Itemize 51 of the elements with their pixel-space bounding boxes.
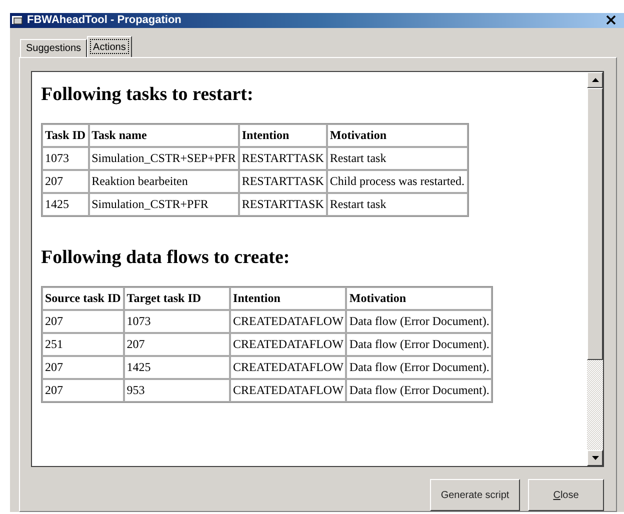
table-cell: Data flow (Error Document). — [346, 310, 492, 333]
column-header: Intention — [230, 287, 346, 310]
section-heading: Following tasks to restart: — [41, 84, 254, 106]
dialog-button[interactable]: Generate script — [430, 479, 520, 511]
close-icon[interactable] — [606, 15, 616, 26]
table-cell: 1425 — [42, 193, 89, 216]
table-cell: Data flow (Error Document). — [346, 333, 492, 356]
table-cell: Child process was restarted. — [326, 170, 468, 193]
app-icon — [12, 15, 24, 26]
window-title: FBWAheadTool - Propagation — [27, 14, 182, 26]
table-cell: Data flow (Error Document). — [346, 379, 492, 402]
table-cell: RESTARTTASK — [238, 170, 327, 193]
table-cell: Simulation_CSTR+PFR — [88, 193, 239, 216]
down-arrow-icon — [592, 456, 598, 460]
column-header: Task name — [88, 124, 239, 147]
table-cell: 207 — [42, 379, 124, 402]
column-header: Motivation — [326, 124, 468, 147]
table-cell: 953 — [124, 379, 230, 402]
table-cell: 1073 — [42, 147, 89, 170]
table-cell: Reaktion bearbeiten — [88, 170, 239, 193]
table-cell: Simulation_CSTR+SEP+PFR — [88, 147, 239, 170]
column-header: Source task ID — [42, 287, 124, 310]
table-cell: RESTARTTASK — [238, 193, 327, 216]
column-header: Motivation — [346, 287, 492, 310]
dialog-button[interactable]: Close — [528, 479, 604, 511]
table-cell: 1073 — [124, 310, 230, 333]
scroll-up-button[interactable] — [587, 72, 603, 88]
table-cell: 207 — [124, 333, 230, 356]
scroll-thumb[interactable] — [587, 88, 603, 360]
scrollbar[interactable] — [587, 72, 603, 466]
table-cell: 251 — [42, 333, 124, 356]
table-cell: CREATEDATAFLOW — [230, 379, 346, 402]
tab[interactable]: Suggestions — [20, 39, 88, 57]
table-cell: Restart task — [326, 147, 468, 170]
table-cell: Data flow (Error Document). — [346, 356, 492, 379]
up-arrow-icon — [592, 78, 598, 82]
table-cell: 207 — [42, 170, 89, 193]
tab[interactable]: Actions — [87, 36, 132, 57]
table-cell: 207 — [42, 310, 124, 333]
table-cell: CREATEDATAFLOW — [230, 356, 346, 379]
table-cell: Restart task — [326, 193, 468, 216]
column-header: Task ID — [42, 124, 89, 147]
table-cell: RESTARTTASK — [238, 147, 327, 170]
column-header: Intention — [238, 124, 327, 147]
scroll-down-button[interactable] — [587, 450, 603, 466]
table-cell: CREATEDATAFLOW — [230, 333, 346, 356]
section-heading: Following data flows to create: — [41, 247, 291, 269]
table-cell: 1425 — [124, 356, 230, 379]
table-cell: 207 — [42, 356, 124, 379]
table-cell: CREATEDATAFLOW — [230, 310, 346, 333]
column-header: Target task ID — [124, 287, 230, 310]
